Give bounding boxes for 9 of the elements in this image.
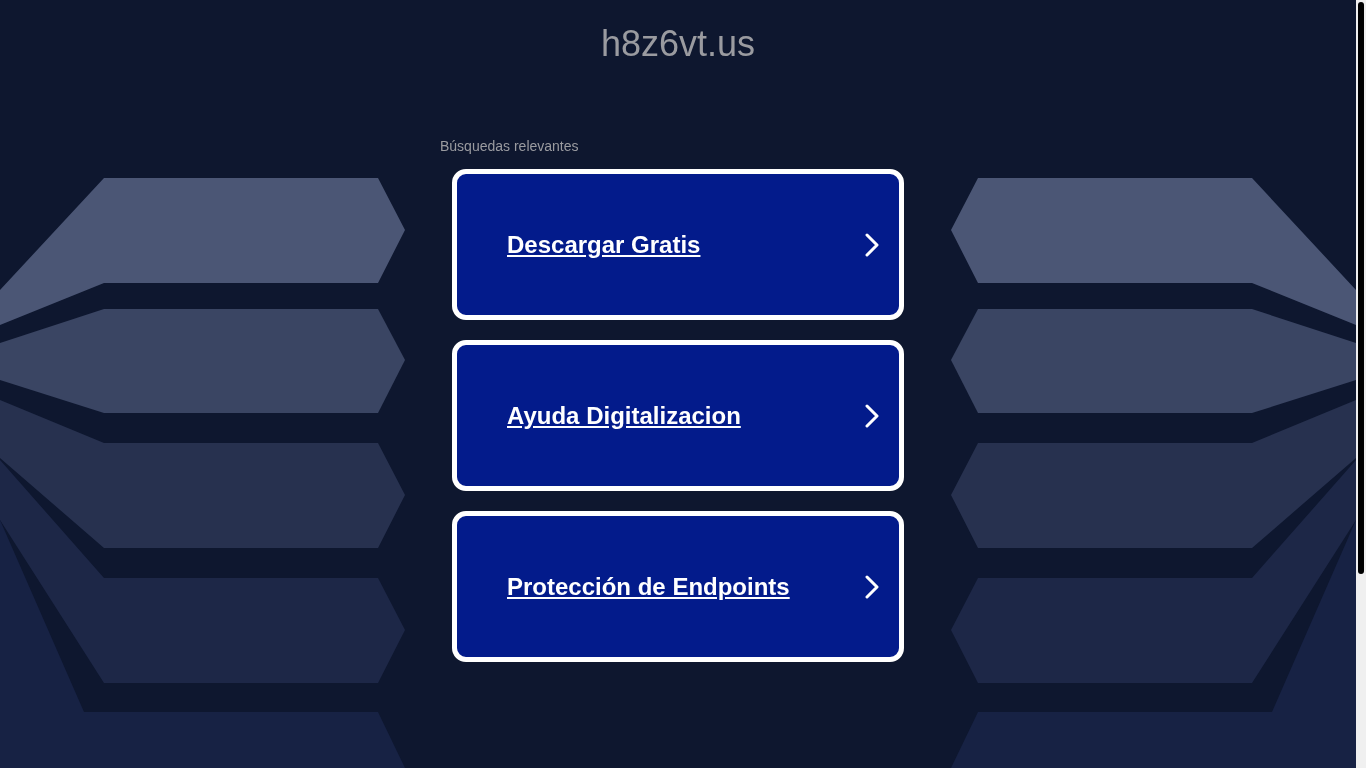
search-link-card[interactable]: Protección de Endpoints: [452, 511, 904, 662]
chevron-right-icon: [865, 232, 879, 257]
site-title: h8z6vt.us: [600, 22, 756, 66]
search-link-card[interactable]: Ayuda Digitalizacion: [452, 340, 904, 491]
scrollbar[interactable]: [1356, 0, 1366, 768]
chevron-right-icon: [865, 574, 879, 599]
search-link-card[interactable]: Descargar Gratis: [452, 169, 904, 320]
section-label: Búsquedas relevantes: [440, 137, 579, 156]
chevron-right-icon: [865, 403, 879, 428]
